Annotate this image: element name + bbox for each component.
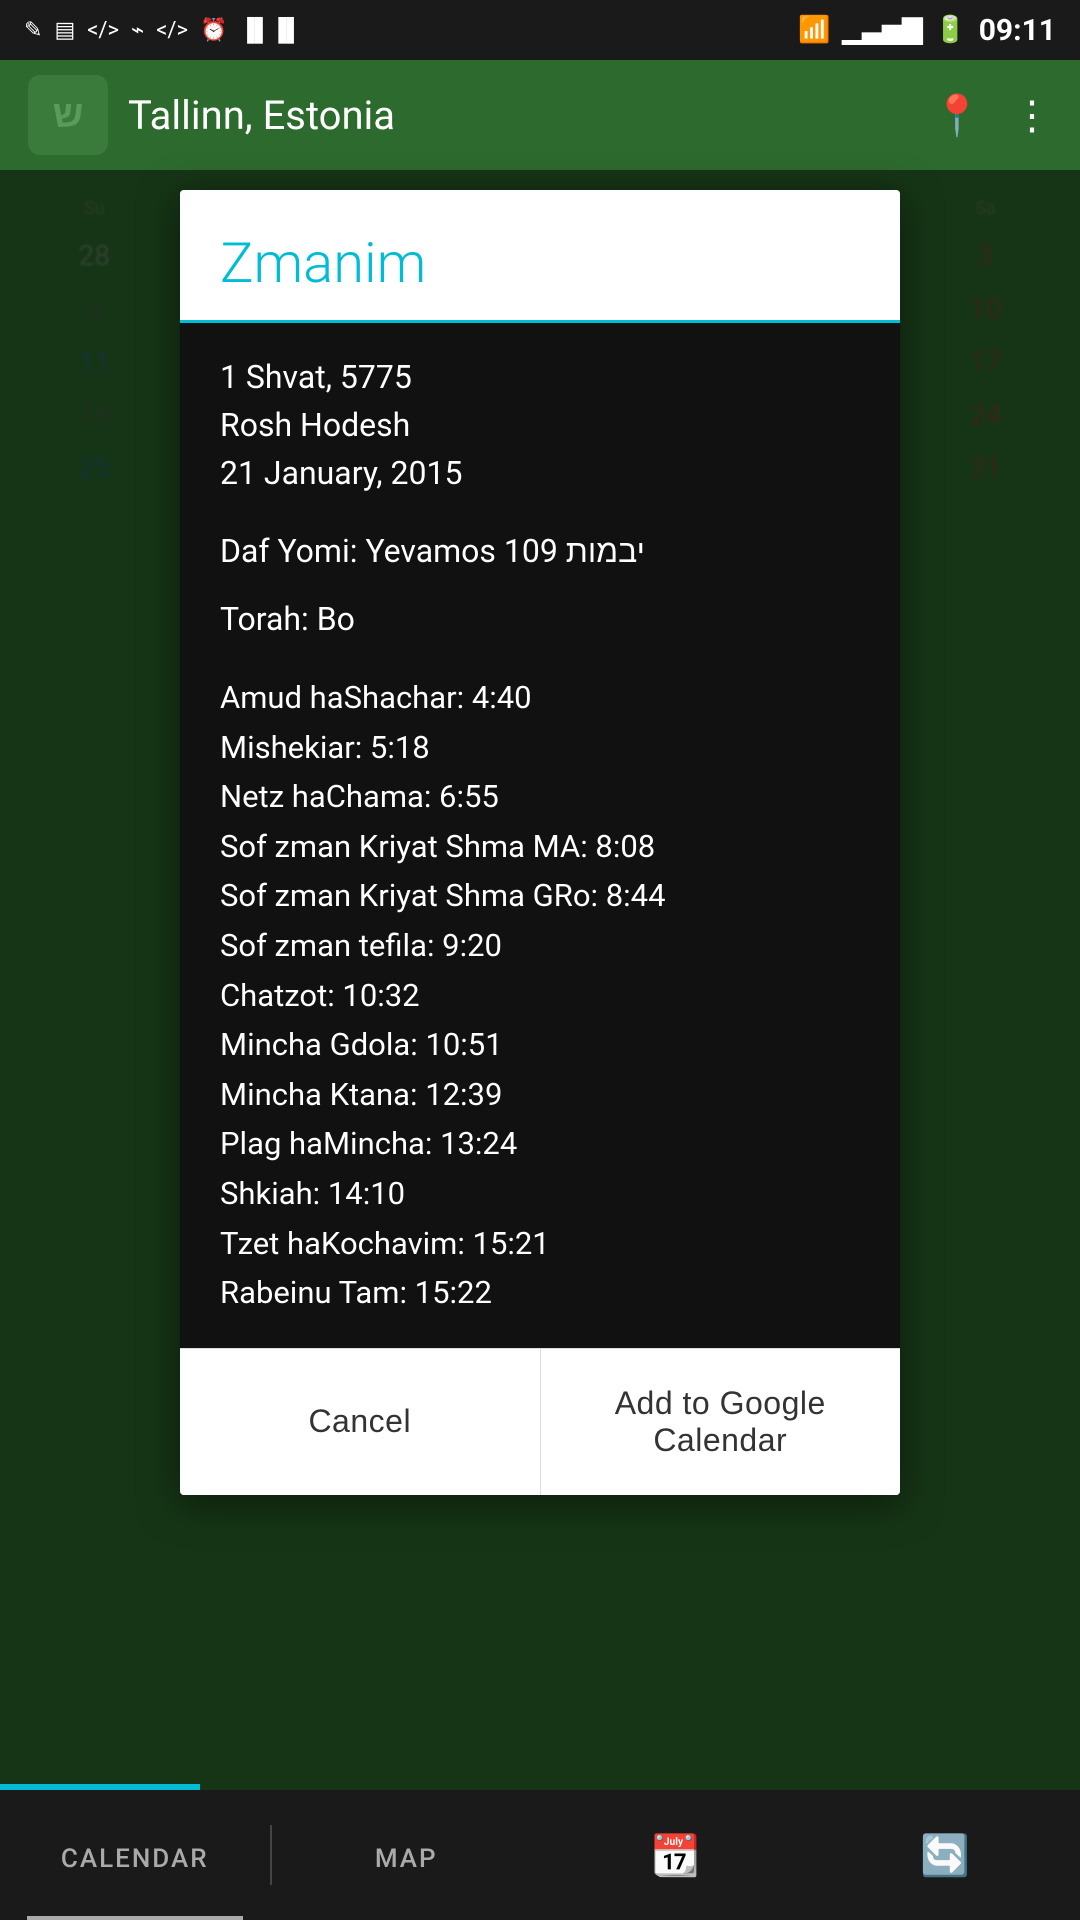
wifi-icon: 📶 — [798, 15, 830, 45]
app-header: ש Tallinn, Estonia 📍 ⋮ — [0, 60, 1080, 170]
zman-chatzot: Chatzot: 10:32 — [220, 971, 860, 1021]
zman-plag: Plag haMincha: 13:24 — [220, 1119, 860, 1169]
torah-reading: Torah: Bo — [220, 595, 860, 643]
status-icon-clock: ⏰ — [200, 18, 227, 43]
more-options-icon[interactable]: ⋮ — [1012, 92, 1052, 139]
status-icon-code: </> — [87, 18, 119, 43]
nav-item-calendar[interactable]: CALENDAR — [0, 1790, 270, 1920]
zman-rabeinu: Rabeinu Tam: 15:22 — [220, 1268, 860, 1318]
daf-yomi: Daf Yomi: Yevamos 109 יבמות — [220, 527, 860, 575]
nav-label-calendar: CALENDAR — [61, 1844, 209, 1874]
dialog-title-area: Zmanim — [180, 190, 900, 323]
status-icon-sim: ▤ — [54, 18, 75, 43]
gregorian-date: 21 January, 2015 — [220, 449, 860, 497]
header-actions: 📍 ⋮ — [932, 92, 1052, 139]
location-pin-icon[interactable]: 📍 — [932, 92, 982, 139]
bottom-nav: CALENDAR MAP 📆 🔄 — [0, 1790, 1080, 1920]
logo-char: ש — [53, 93, 84, 137]
zman-amud: Amud haShachar: 4:40 — [220, 673, 860, 723]
scroll-indicator — [0, 1784, 200, 1790]
status-icon-feather: ✎ — [24, 18, 42, 43]
nav-item-calendar-icon[interactable]: 📆 — [541, 1790, 811, 1920]
zman-mincha-ktana: Mincha Ktana: 12:39 — [220, 1070, 860, 1120]
nav-item-refresh[interactable]: 🔄 — [811, 1790, 1080, 1920]
zman-tefila: Sof zman tefila: 9:20 — [220, 921, 860, 971]
status-icons-left: ✎ ▤ </> ⌁ </> ⏰ ▐▌▐▌ — [24, 17, 302, 43]
date-info: 1 Shvat, 5775 Rosh Hodesh 21 January, 20… — [220, 353, 860, 497]
hebrew-date: 1 Shvat, 5775 — [220, 353, 860, 401]
dialog-title: Zmanim — [220, 230, 860, 296]
zman-netz: Netz haChama: 6:55 — [220, 772, 860, 822]
nav-label-map: MAP — [375, 1844, 438, 1874]
nav-item-map[interactable]: MAP — [272, 1790, 542, 1920]
dialog-buttons: Cancel Add to Google Calendar — [180, 1348, 900, 1495]
status-icon-barcode: ▐▌▐▌ — [239, 17, 301, 43]
cancel-button[interactable]: Cancel — [180, 1349, 541, 1495]
zman-shkiah: Shkiah: 14:10 — [220, 1169, 860, 1219]
battery-icon: 🔋 — [934, 15, 966, 45]
signal-icon: ▁▃▅▇ — [842, 15, 922, 45]
add-to-calendar-button[interactable]: Add to Google Calendar — [541, 1349, 901, 1495]
status-icons-right: 📶 ▁▃▅▇ 🔋 09:11 — [798, 13, 1056, 48]
zman-mishekiar: Mishekiar: 5:18 — [220, 723, 860, 773]
calendar-icon: 📆 — [651, 1832, 701, 1879]
refresh-icon: 🔄 — [920, 1832, 970, 1879]
location-title: Tallinn, Estonia — [128, 92, 912, 139]
zman-shma-gro: Sof zman Kriyat Shma GRo: 8:44 — [220, 871, 860, 921]
status-icon-usb: ⌁ — [131, 18, 144, 43]
zman-tzet: Tzet haKochavim: 15:21 — [220, 1219, 860, 1269]
status-icon-code2: </> — [156, 18, 188, 43]
app-logo: ש — [28, 75, 108, 155]
hebrew-event: Rosh Hodesh — [220, 401, 860, 449]
zman-mincha-gdola: Mincha Gdola: 10:51 — [220, 1020, 860, 1070]
dialog-overlay: Zmanim 1 Shvat, 5775 Rosh Hodesh 21 Janu… — [0, 170, 1080, 1790]
zmanim-dialog: Zmanim 1 Shvat, 5775 Rosh Hodesh 21 Janu… — [180, 190, 900, 1495]
status-bar: ✎ ▤ </> ⌁ </> ⏰ ▐▌▐▌ 📶 ▁▃▅▇ 🔋 09:11 — [0, 0, 1080, 60]
zman-shma-ma: Sof zman Kriyat Shma MA: 8:08 — [220, 822, 860, 872]
time-display: 09:11 — [979, 13, 1056, 48]
dialog-content: 1 Shvat, 5775 Rosh Hodesh 21 January, 20… — [180, 323, 900, 1348]
zmanim-list: Amud haShachar: 4:40 Mishekiar: 5:18 Net… — [220, 673, 860, 1318]
